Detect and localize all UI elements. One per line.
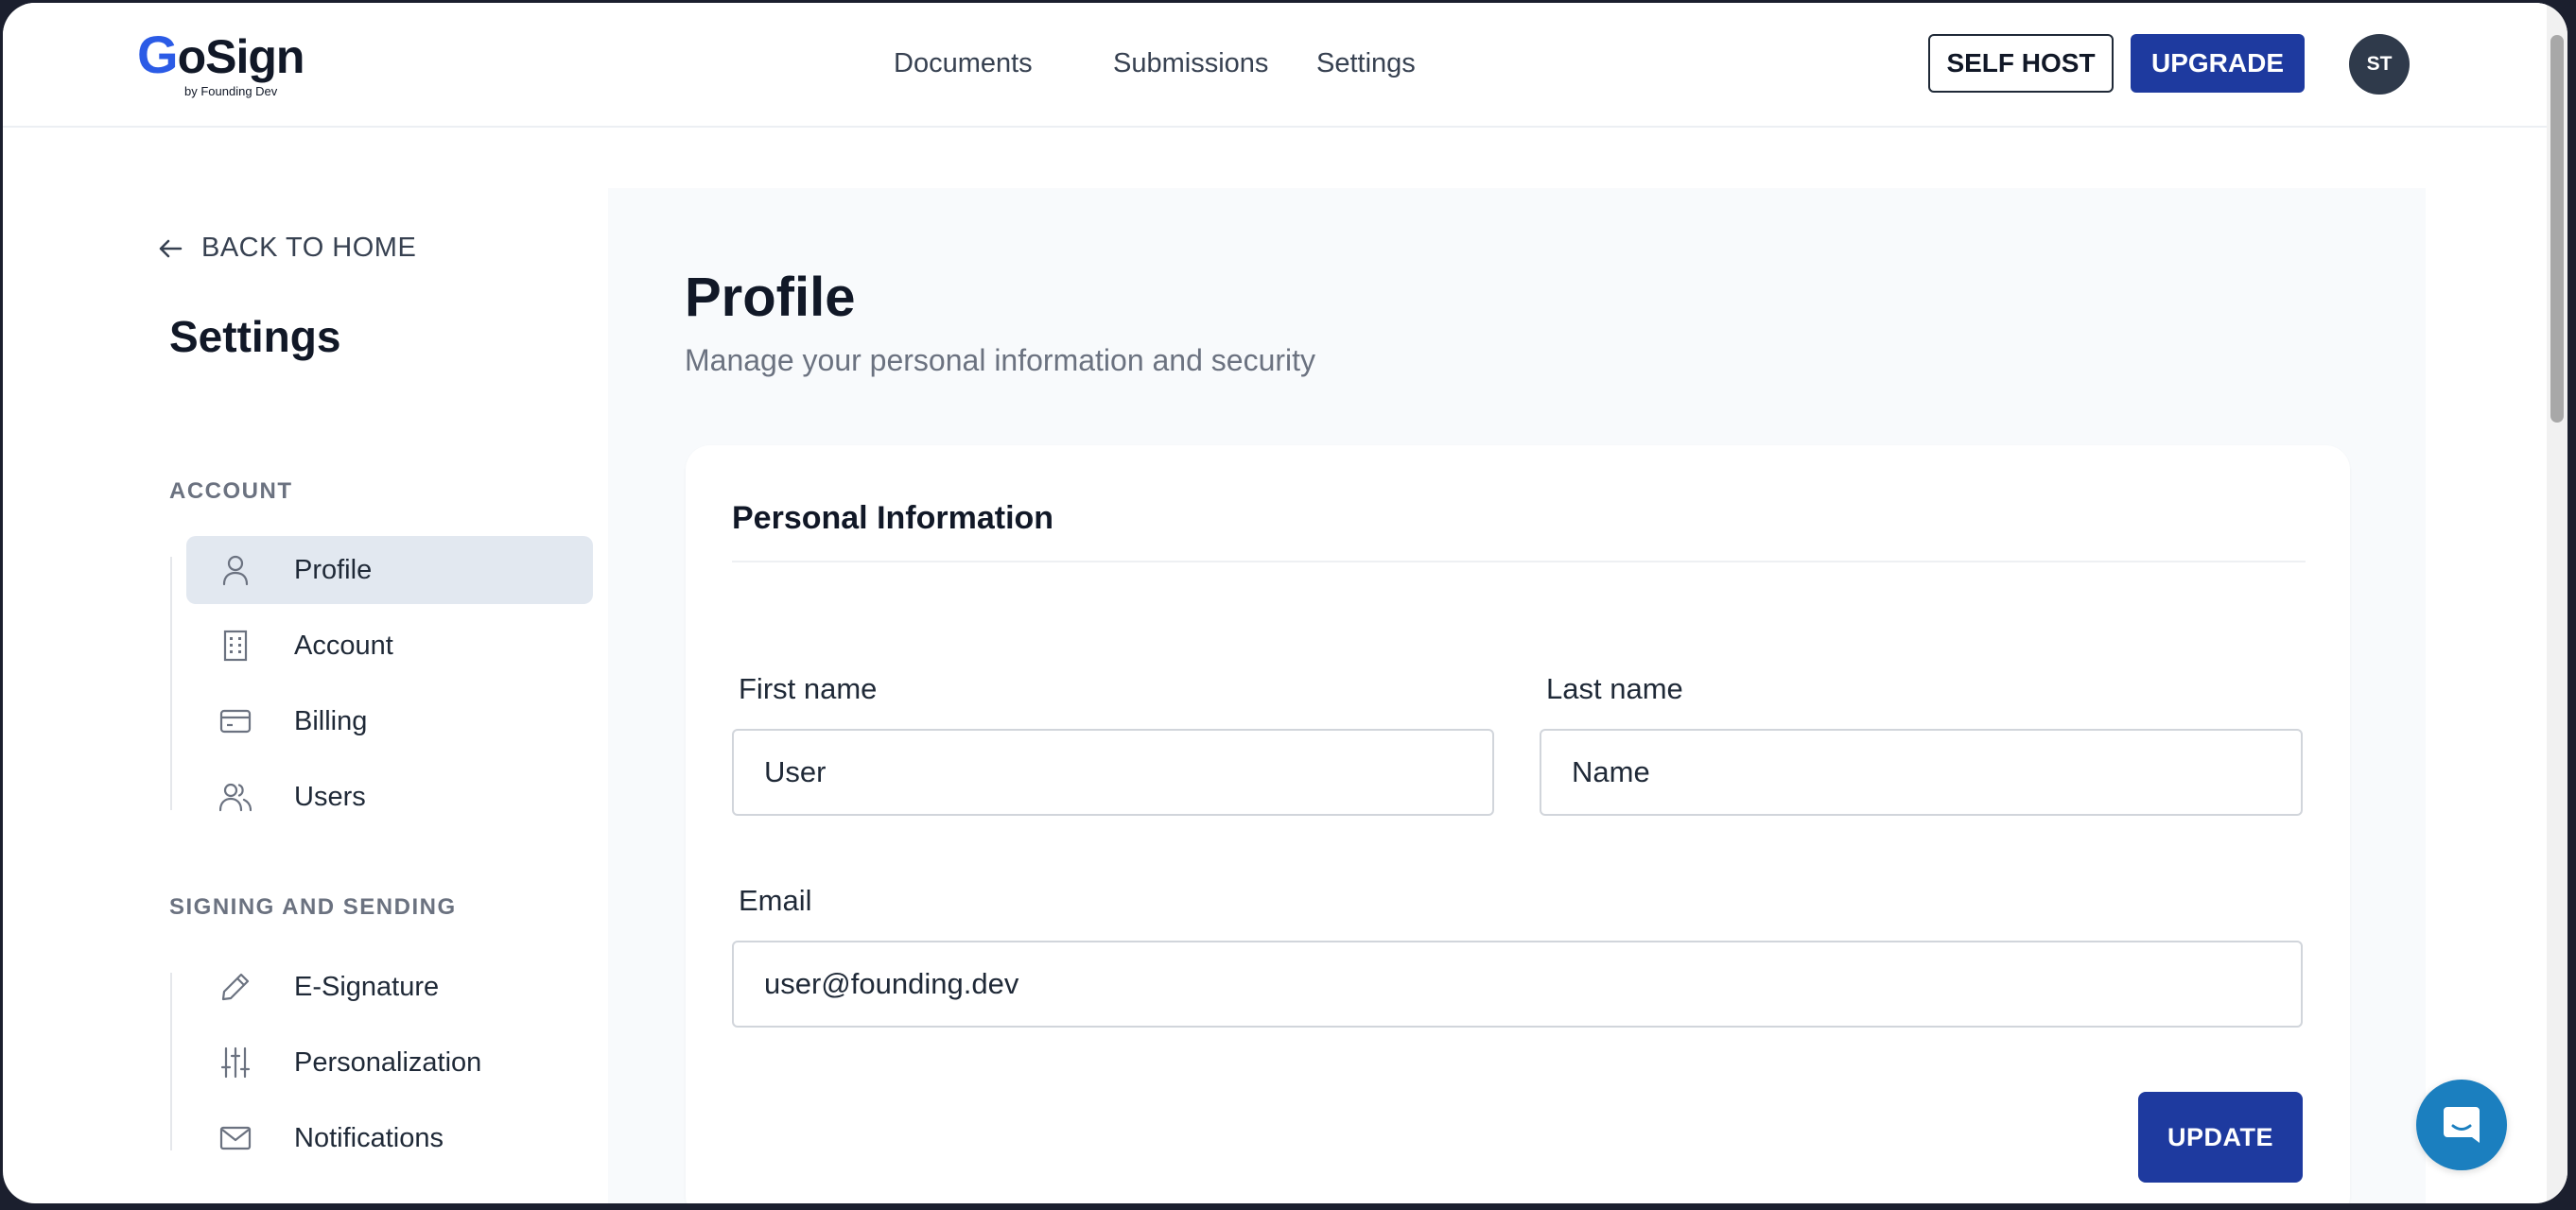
- sidebar-item-label: Personalization: [294, 1046, 482, 1078]
- sidebar-item-users[interactable]: Users: [186, 763, 593, 831]
- page-subtitle: Manage your personal information and sec…: [685, 343, 1316, 377]
- logo-first-letter: G: [137, 25, 179, 84]
- nav-settings[interactable]: Settings: [1316, 48, 1416, 79]
- gosign-logo[interactable]: GoSign by Founding Dev: [137, 25, 305, 103]
- page-scrollbar[interactable]: [2547, 3, 2567, 1203]
- card-title: Personal Information: [732, 500, 1054, 536]
- scrollbar-thumb[interactable]: [2550, 35, 2564, 423]
- sidebar-item-label: E-Signature: [294, 971, 440, 1002]
- first-name-label: First name: [739, 672, 878, 705]
- logo-wordmark: GoSign: [137, 25, 305, 84]
- sidebar-item-label: Account: [294, 630, 393, 661]
- logo-subtitle: by Founding Dev: [184, 84, 278, 98]
- email-label: Email: [739, 884, 812, 917]
- section-label-account: ACCOUNT: [169, 478, 293, 504]
- settings-title: Settings: [169, 312, 341, 361]
- card-divider: [732, 561, 2306, 562]
- section-label-signing: SIGNING AND SENDING: [169, 894, 457, 920]
- back-to-home-link[interactable]: BACK TO HOME: [158, 233, 416, 264]
- chat-launcher-button[interactable]: [2416, 1080, 2507, 1170]
- building-icon: [218, 629, 252, 663]
- sidebar-item-notifications[interactable]: Notifications: [186, 1104, 593, 1172]
- page-title: Profile: [685, 267, 856, 328]
- nav-submissions[interactable]: Submissions: [1113, 48, 1268, 79]
- mail-icon: [218, 1121, 252, 1155]
- sidebar-item-billing[interactable]: Billing: [186, 687, 593, 755]
- users-icon: [218, 780, 252, 814]
- last-name-label: Last name: [1546, 672, 1683, 705]
- arrow-left-icon: [159, 239, 183, 257]
- self-host-button[interactable]: SELF HOST: [1928, 34, 2114, 93]
- update-button[interactable]: UPDATE: [2138, 1092, 2303, 1183]
- logo-rest: oSign: [177, 30, 305, 83]
- sidebar-item-label: Profile: [294, 554, 373, 585]
- nav-documents[interactable]: Documents: [894, 48, 1033, 79]
- sidebar-item-label: Users: [294, 781, 366, 812]
- sidebar-item-label: Billing: [294, 705, 368, 736]
- pencil-icon: [218, 970, 252, 1004]
- sidebar-item-profile[interactable]: Profile: [186, 536, 593, 604]
- browser-viewport: GoSign by Founding Dev Documents Submiss…: [3, 3, 2567, 1203]
- sidebar-item-e-signature[interactable]: E-Signature: [186, 953, 593, 1021]
- account-section-line: [170, 557, 172, 810]
- user-avatar[interactable]: ST: [2349, 34, 2410, 95]
- credit-card-icon: [218, 704, 252, 738]
- signing-section-line: [170, 973, 172, 1150]
- personal-information-card: Personal Information First name Last nam…: [686, 445, 2350, 1203]
- first-name-input[interactable]: [732, 729, 1494, 816]
- upgrade-button[interactable]: UPGRADE: [2131, 34, 2305, 93]
- email-input[interactable]: [732, 941, 2303, 1028]
- sliders-icon: [218, 1046, 252, 1080]
- sidebar-item-personalization[interactable]: Personalization: [186, 1028, 593, 1097]
- top-navbar: GoSign by Founding Dev Documents Submiss…: [3, 3, 2547, 128]
- sidebar-item-label: Notifications: [294, 1122, 444, 1153]
- sidebar-item-account[interactable]: Account: [186, 612, 593, 680]
- user-icon: [218, 553, 252, 587]
- back-to-home-label: BACK TO HOME: [201, 233, 417, 263]
- last-name-input[interactable]: [1540, 729, 2303, 816]
- chat-icon: [2444, 1107, 2480, 1143]
